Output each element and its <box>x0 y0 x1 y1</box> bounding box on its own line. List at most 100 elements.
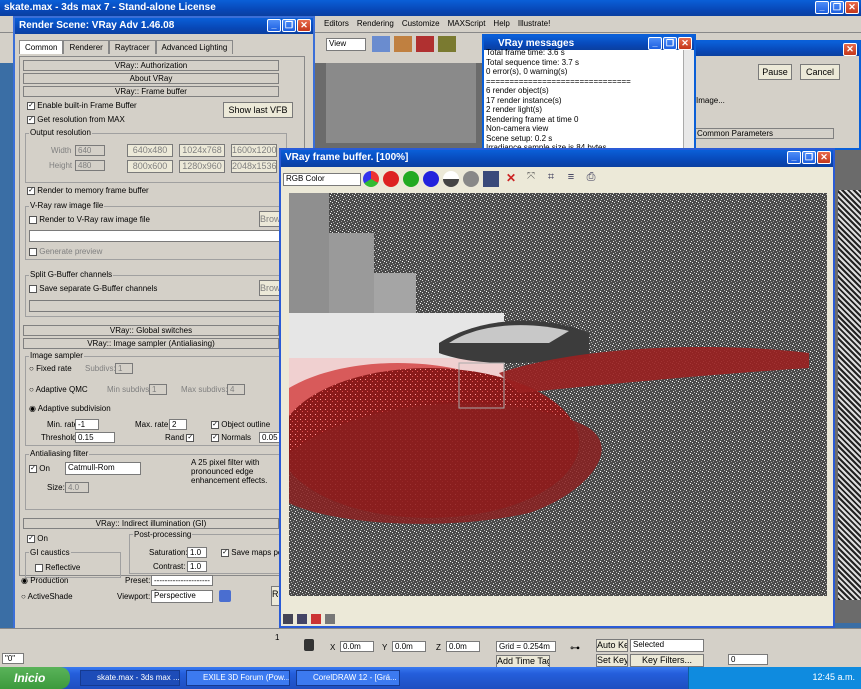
preset-800-button[interactable]: 800x600 <box>127 160 173 173</box>
close-icon[interactable]: ✕ <box>297 19 311 32</box>
z-field[interactable]: 0.0m <box>446 641 480 652</box>
aa-on-checkbox[interactable]: ✓ <box>29 464 37 473</box>
minimize-icon[interactable]: _ <box>787 151 801 164</box>
menu-customize[interactable]: Customize <box>402 19 440 28</box>
menu-editors[interactable]: Editors <box>324 19 349 28</box>
rollout-global-switches[interactable]: VRay:: Global switches <box>23 325 279 336</box>
status-icon[interactable] <box>325 614 335 624</box>
pause-button[interactable]: Pause <box>758 64 792 80</box>
red-channel-icon[interactable] <box>383 171 399 187</box>
aa-size-field[interactable]: 4.0 <box>65 482 89 493</box>
enable-vfb-checkbox[interactable]: ✓ <box>27 101 35 110</box>
toolbar-icon[interactable] <box>416 36 434 52</box>
y-field[interactable]: 0.0m <box>392 641 426 652</box>
clear-icon[interactable]: ✕ <box>503 171 519 187</box>
threshold-field[interactable]: 0.15 <box>75 432 115 443</box>
menu-help[interactable]: Help <box>493 19 509 28</box>
preset-640-button[interactable]: 640x480 <box>127 144 173 157</box>
rollout-authorization[interactable]: VRay:: Authorization <box>23 60 279 71</box>
minimize-icon[interactable]: _ <box>267 19 281 32</box>
selected-dropdown[interactable]: Selected <box>630 639 704 652</box>
common-parameters-rollout[interactable]: Common Parameters <box>694 128 834 139</box>
mono-icon[interactable] <box>463 171 479 187</box>
tab-common[interactable]: Common <box>19 40 64 54</box>
production-radio[interactable]: ◉ <box>21 576 28 585</box>
subdivs-field[interactable]: 1 <box>115 363 133 374</box>
menu-illustrate[interactable]: Illustrate! <box>518 19 550 28</box>
reflective-checkbox[interactable] <box>35 563 43 572</box>
preset-1600-button[interactable]: 1600x1200 <box>231 144 277 157</box>
saturation-field[interactable]: 1.0 <box>187 547 207 558</box>
activeshade-radio[interactable]: ○ <box>21 592 26 601</box>
status-icon[interactable] <box>311 614 321 624</box>
get-res-checkbox[interactable]: ✓ <box>27 115 35 124</box>
close-icon[interactable]: ✕ <box>845 1 859 14</box>
rollout-frame-buffer[interactable]: VRay:: Frame buffer <box>23 86 279 97</box>
raw-path-field[interactable] <box>29 230 287 242</box>
frame-field[interactable]: 0 <box>728 654 768 665</box>
max-rate-field[interactable]: 2 <box>169 419 187 430</box>
maximize-icon[interactable]: ❐ <box>802 151 816 164</box>
object-outline-checkbox[interactable]: ✓ <box>211 420 219 429</box>
rand-checkbox[interactable]: ✓ <box>186 433 195 442</box>
set-key-button[interactable]: Set Key <box>596 654 628 667</box>
preset-1024-button[interactable]: 1024x768 <box>179 144 225 157</box>
green-channel-icon[interactable] <box>403 171 419 187</box>
messages-scrollbar[interactable] <box>683 50 694 152</box>
render-memory-checkbox[interactable]: ✓ <box>27 186 35 195</box>
gen-preview-checkbox[interactable] <box>29 247 37 256</box>
minimize-icon[interactable]: _ <box>815 1 829 14</box>
show-last-vfb-button[interactable]: Show last VFB <box>223 102 293 118</box>
start-button[interactable]: Inicio <box>0 667 70 689</box>
preset-dropdown[interactable]: ---------------------- <box>151 575 213 594</box>
status-icon[interactable] <box>283 614 293 624</box>
blue-channel-icon[interactable] <box>423 171 439 187</box>
maximize-icon[interactable]: ❐ <box>282 19 296 32</box>
width-field[interactable]: 640 <box>75 145 105 156</box>
rollout-indirect-illumination[interactable]: VRay:: Indirect illumination (GI) <box>23 518 279 529</box>
save-maps-checkbox[interactable]: ✓ <box>221 548 229 557</box>
adaptive-qmc-radio[interactable]: ○ <box>29 385 34 394</box>
menu-rendering[interactable]: Rendering <box>357 19 394 28</box>
region-icon[interactable]: ⌗ <box>543 171 559 187</box>
save-separate-checkbox[interactable] <box>29 284 37 293</box>
list-icon[interactable]: ≡ <box>563 171 579 187</box>
taskbar-item-forum[interactable]: EXILE 3D Forum (Pow... <box>186 670 290 686</box>
key-icon[interactable]: ⊶ <box>570 643 580 654</box>
maxscript-listener[interactable]: "0" <box>2 653 24 664</box>
min-subdivs-field[interactable]: 1 <box>149 384 167 395</box>
status-icon[interactable] <box>297 614 307 624</box>
alpha-channel-icon[interactable] <box>443 171 459 187</box>
lock-selection-icon[interactable] <box>304 639 314 651</box>
track-mouse-icon[interactable]: ⤧ <box>523 171 539 187</box>
print-icon[interactable]: ⎙ <box>583 171 599 187</box>
tab-raytracer[interactable]: Raytracer <box>108 40 156 54</box>
height-field[interactable]: 480 <box>75 160 105 171</box>
channel-dropdown[interactable]: RGB Color <box>283 172 361 186</box>
lock-icon[interactable] <box>219 590 231 602</box>
preset-2048-button[interactable]: 2048x1536 <box>231 160 277 173</box>
menu-maxscript[interactable]: MAXScript <box>448 19 486 28</box>
rgb-channels-icon[interactable] <box>363 171 379 187</box>
save-icon[interactable] <box>483 171 499 187</box>
key-filters-button[interactable]: Key Filters... <box>630 654 704 667</box>
taskbar-item-3dsmax[interactable]: skate.max - 3ds max ... <box>80 670 180 686</box>
rollout-about[interactable]: About VRay <box>23 73 279 84</box>
auto-key-button[interactable]: Auto Key <box>596 639 628 652</box>
gbuffer-path-field[interactable] <box>29 300 287 312</box>
maximize-icon[interactable]: ❐ <box>830 1 844 14</box>
rollout-image-sampler[interactable]: VRay:: Image sampler (Antialiasing) <box>23 338 279 349</box>
fixed-rate-radio[interactable]: ○ <box>29 364 34 373</box>
close-icon[interactable]: ✕ <box>843 43 857 56</box>
toolbar-icon[interactable] <box>438 36 456 52</box>
aa-filter-dropdown[interactable]: Catmull-Rom <box>65 462 141 475</box>
x-field[interactable]: 0.0m <box>340 641 374 652</box>
tab-advanced-lighting[interactable]: Advanced Lighting <box>155 40 234 54</box>
gi-on-checkbox[interactable]: ✓ <box>27 534 35 543</box>
close-icon[interactable]: ✕ <box>817 151 831 164</box>
toolbar-icon[interactable] <box>394 36 412 52</box>
min-rate-field[interactable]: -1 <box>75 419 99 430</box>
viewport-dropdown[interactable]: Perspective <box>151 590 213 603</box>
preset-1280-button[interactable]: 1280x960 <box>179 160 225 173</box>
max-subdivs-field[interactable]: 4 <box>227 384 245 395</box>
